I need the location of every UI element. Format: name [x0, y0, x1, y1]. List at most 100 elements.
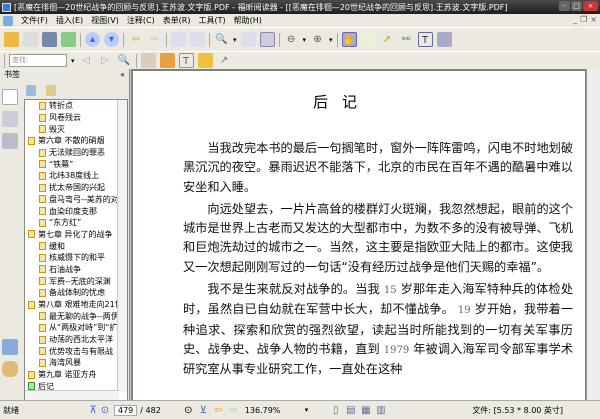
bookmark-icon: [39, 358, 46, 367]
typewriter-icon[interactable]: [159, 53, 175, 68]
bookmark-item[interactable]: 最无聊的战争--两伊: [25, 310, 127, 322]
bookmark-item[interactable]: 优势攻击与有限战: [25, 345, 127, 357]
bookmark-label: 扰太帝国的兴起: [49, 183, 105, 193]
find-next-icon[interactable]: ▷: [98, 53, 113, 68]
bookmark-item[interactable]: 无法赎回的罪恶: [25, 147, 127, 159]
pages-tab[interactable]: [2, 111, 18, 127]
menu-tools[interactable]: 工具(T): [199, 15, 226, 26]
print-icon[interactable]: [42, 32, 57, 47]
page-number-input[interactable]: 479: [114, 404, 138, 416]
bookmark-item[interactable]: 转折点: [25, 100, 127, 112]
bookmarks-tab[interactable]: [2, 89, 18, 105]
menu-comment[interactable]: 注释(C): [127, 15, 155, 26]
hand-tool-icon[interactable]: ✋: [341, 32, 357, 47]
tree-vertical-scrollbar[interactable]: [117, 100, 127, 392]
menu-help[interactable]: 帮助(H): [234, 15, 262, 26]
close-button[interactable]: ×: [583, 1, 598, 11]
search-input[interactable]: 查找:: [9, 54, 67, 67]
paste-icon[interactable]: [190, 32, 205, 47]
continuous-icon[interactable]: ▤: [343, 403, 358, 418]
bookmark-item[interactable]: 备战体制的忧虑: [25, 287, 127, 299]
fit-page-icon[interactable]: [240, 32, 256, 47]
bookmark-item[interactable]: 缓和: [25, 240, 127, 252]
bookmark-item[interactable]: 北纬38度线上: [25, 170, 127, 182]
comment-icon[interactable]: [197, 53, 213, 68]
tree-horizontal-scrollbar[interactable]: [25, 390, 119, 400]
add-bookmark-icon[interactable]: [46, 85, 56, 96]
copy-icon[interactable]: [171, 32, 186, 47]
doc-close-button[interactable]: ×: [590, 15, 597, 24]
menu-file[interactable]: 文件(F): [21, 15, 48, 26]
zoom-in-icon[interactable]: 🔍: [214, 32, 229, 47]
bookmark-item[interactable]: 第六章 不散的硝烟: [25, 135, 127, 147]
app-menu-icon[interactable]: [3, 15, 13, 26]
snapshot-icon[interactable]: [436, 32, 452, 47]
first-page-icon[interactable]: ⊼: [87, 403, 99, 418]
status-forward-icon[interactable]: ⇨: [226, 403, 241, 418]
fit-width-icon[interactable]: [259, 32, 275, 47]
comments-tab[interactable]: [2, 339, 18, 355]
layers-tab[interactable]: [2, 133, 18, 149]
maximize-button[interactable]: □: [571, 1, 582, 11]
last-page-icon[interactable]: ⊻: [196, 403, 211, 418]
email-icon[interactable]: [61, 32, 76, 47]
menu-form[interactable]: 表单(R): [163, 15, 191, 26]
prev-page-icon[interactable]: ⊙: [99, 403, 111, 418]
collapse-panel-button[interactable]: «: [120, 70, 125, 79]
status-back-icon[interactable]: ⇦: [211, 403, 226, 418]
save-icon[interactable]: [23, 32, 38, 47]
facing-icon[interactable]: ▦: [358, 403, 373, 418]
textbox-icon[interactable]: T: [178, 53, 194, 68]
zoom-level-dropdown-icon[interactable]: ▾: [305, 406, 309, 414]
bookmark-item[interactable]: 海湾风暴: [25, 357, 127, 369]
bookmark-item[interactable]: 动荡的西北太平洋: [25, 334, 127, 346]
bookmark-item[interactable]: 石油战争: [25, 264, 127, 276]
bookmark-item[interactable]: 第七章 异化了的战争: [25, 229, 127, 241]
bookmark-item[interactable]: 核威慑下的和平: [25, 252, 127, 264]
continuous-facing-icon[interactable]: ▥: [373, 403, 388, 418]
zoom-out-dropdown-icon[interactable]: ▾: [303, 36, 307, 44]
minimize-button[interactable]: -: [559, 1, 570, 11]
bookmark-item[interactable]: 风卷残云: [25, 112, 127, 124]
text-tool-icon[interactable]: T: [417, 32, 433, 47]
zoom-plus-icon[interactable]: ⊕: [310, 32, 325, 47]
bookmark-item[interactable]: 第九章 诺亚方舟: [25, 369, 127, 381]
back-icon[interactable]: ⇦: [128, 32, 143, 47]
note-tool-icon[interactable]: [140, 53, 156, 68]
zoom-dropdown-icon[interactable]: ▾: [233, 36, 237, 44]
delete-bookmark-icon[interactable]: [26, 85, 36, 96]
next-page-icon[interactable]: ▾: [104, 32, 119, 47]
open-icon[interactable]: [4, 32, 19, 47]
next-page-status-icon[interactable]: ⊙: [181, 403, 196, 418]
bookmark-item[interactable]: 扰太帝国的兴起: [25, 182, 127, 194]
menu-insert[interactable]: 插入(E): [56, 15, 83, 26]
document-scrollbar[interactable]: [586, 69, 600, 400]
find-previous-icon[interactable]: ◁: [79, 53, 94, 68]
menu-view[interactable]: 视图(V): [91, 15, 119, 26]
zoom-plus-dropdown-icon[interactable]: ▾: [329, 36, 333, 44]
bookmark-item[interactable]: 军费--无底的深渊: [25, 275, 127, 287]
bookmark-item[interactable]: “东方红”: [25, 217, 127, 229]
bookmark-item[interactable]: 血染印度支那: [25, 205, 127, 217]
previous-page-icon[interactable]: ▴: [85, 32, 100, 47]
binoculars-icon[interactable]: ⚯: [399, 32, 414, 47]
bookmark-item[interactable]: “铁幕”: [25, 158, 127, 170]
doc-minimize-button[interactable]: _: [573, 15, 577, 24]
zoom-level[interactable]: 136.79%: [245, 406, 305, 415]
doc-restore-button[interactable]: ❐: [580, 15, 587, 24]
attachments-tab[interactable]: [2, 361, 18, 377]
window-title: [恶魔在徘徊—20世纪战争的回顾与反思].王苏波.文字版.PDF - 福昕阅读器…: [14, 2, 508, 12]
select-text-icon[interactable]: [360, 32, 376, 47]
bookmark-item[interactable]: 毁灭: [25, 123, 127, 135]
bookmark-item[interactable]: 第八章 艰难地走向21世纪: [25, 299, 127, 311]
search-dropdown-icon[interactable]: ▾: [71, 57, 75, 65]
bookmark-item[interactable]: 从“两极对峙”到“扩大: [25, 322, 127, 334]
zoom-out-icon[interactable]: ⊖: [284, 32, 299, 47]
arrow-tool-icon[interactable]: ↗: [217, 53, 232, 68]
number-text: 15: [383, 285, 397, 297]
single-page-icon[interactable]: ▯: [328, 403, 343, 418]
select-arrow-icon[interactable]: ➚: [380, 32, 395, 47]
advanced-search-icon[interactable]: 🔍: [117, 53, 132, 68]
forward-icon[interactable]: ⇨: [147, 32, 162, 47]
bookmark-item[interactable]: 盘马弯弓--美苏的对: [25, 194, 127, 206]
